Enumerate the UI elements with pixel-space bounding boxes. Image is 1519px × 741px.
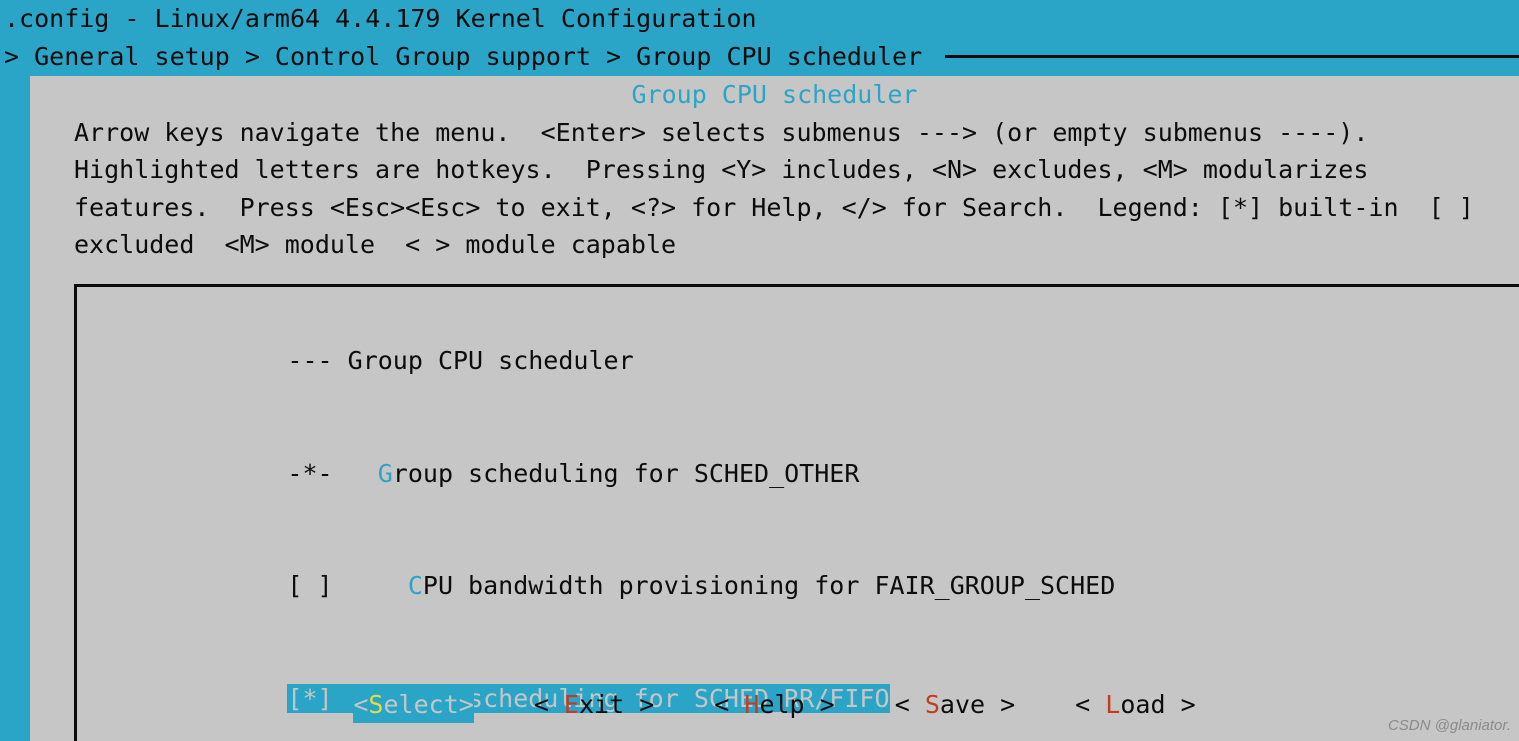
watermark: CSDN @glaniator. xyxy=(1388,715,1511,738)
button-hotkey: S xyxy=(368,690,383,719)
menuconfig-window: .config - Linux/arm64 4.4.179 Kernel Con… xyxy=(0,0,1519,741)
button-label: xit xyxy=(579,690,639,719)
button-close: > xyxy=(1000,690,1015,719)
select-button[interactable]: <Select> xyxy=(353,686,473,724)
button-hotkey: E xyxy=(564,690,579,719)
button-label: ave xyxy=(940,690,1000,719)
menu-item-label: roup scheduling for SCHED_OTHER xyxy=(393,459,860,488)
menu-item-hotkey: C xyxy=(408,571,423,600)
button-hotkey: S xyxy=(925,690,940,719)
save-button[interactable]: < Save > xyxy=(895,686,1015,724)
button-open: < xyxy=(534,690,564,719)
breadcrumb-text: > General setup > Control Group support … xyxy=(4,38,937,76)
button-open: < xyxy=(1075,690,1105,719)
menu-item-hotkey: G xyxy=(378,459,393,488)
help-button[interactable]: < Help > xyxy=(714,686,834,724)
menu-item-group-cpu-scheduler[interactable]: --- Group CPU scheduler xyxy=(77,305,1519,418)
breadcrumb-rule xyxy=(945,55,1519,58)
menu-item-sched-other[interactable]: -*- Group scheduling for SCHED_OTHER xyxy=(77,417,1519,530)
menu-item-prefix: --- xyxy=(287,346,347,375)
button-hotkey: H xyxy=(744,690,759,719)
window-title: .config - Linux/arm64 4.4.179 Kernel Con… xyxy=(0,0,1519,38)
exit-button[interactable]: < Exit > xyxy=(534,686,654,724)
menu-item-prefix: [ ] xyxy=(287,571,407,600)
section-title: Group CPU scheduler xyxy=(30,76,1519,114)
button-label: elect xyxy=(383,690,458,719)
button-label: oad xyxy=(1120,690,1180,719)
menu-list-frame: --- Group CPU scheduler -*- Group schedu… xyxy=(74,284,1519,741)
button-bar: <Select> < Exit > < Help > < Save > < Lo… xyxy=(30,686,1519,724)
panel: Group CPU scheduler Arrow keys navigate … xyxy=(30,76,1519,741)
load-button[interactable]: < Load > xyxy=(1075,686,1195,724)
button-open: < xyxy=(714,690,744,719)
button-close: > xyxy=(639,690,654,719)
breadcrumb: > General setup > Control Group support … xyxy=(0,38,1519,76)
button-label: elp xyxy=(759,690,819,719)
button-close: > xyxy=(459,690,474,719)
button-open: < xyxy=(353,690,368,719)
button-open: < xyxy=(895,690,925,719)
button-close: > xyxy=(1181,690,1196,719)
menu-item-prefix: -*- xyxy=(287,459,377,488)
menu-item-cpu-bandwidth[interactable]: [ ] CPU bandwidth provisioning for FAIR_… xyxy=(77,530,1519,643)
menu-item-label: PU bandwidth provisioning for FAIR_GROUP… xyxy=(423,571,1115,600)
instructions-text: Arrow keys navigate the menu. <Enter> se… xyxy=(30,114,1519,264)
button-hotkey: L xyxy=(1105,690,1120,719)
menu-item-label: Group CPU scheduler xyxy=(348,346,634,375)
button-close: > xyxy=(820,690,835,719)
